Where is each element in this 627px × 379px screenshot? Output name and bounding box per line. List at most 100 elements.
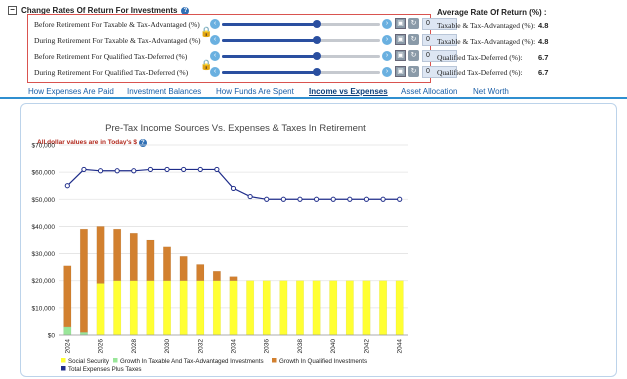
expenses-point <box>380 196 386 202</box>
growth-qualified-bar <box>196 264 205 281</box>
tab-how-expenses-are-paid[interactable]: How Expenses Are Paid <box>28 87 114 96</box>
growth-qualified-bar <box>179 256 188 281</box>
rate-slider[interactable] <box>222 68 380 76</box>
income-expense-chart: Pre-Tax Income Sources Vs. Expenses & Ta… <box>32 123 408 373</box>
rate-row: Before Retirement For Taxable & Tax-Adva… <box>28 18 457 32</box>
slider-handle[interactable] <box>312 52 321 60</box>
legend-swatch <box>113 358 118 363</box>
legend-swatch <box>61 358 66 363</box>
x-tick-label: 2038 <box>297 339 304 354</box>
rate-slider[interactable] <box>222 52 380 60</box>
average-return-label: Taxable & Tax-Advantaged (%): <box>437 37 536 46</box>
y-tick-label: $0 <box>48 333 56 340</box>
decrease-arrow-icon[interactable]: ‹ <box>210 35 220 45</box>
rate-row: During Retirement For Taxable & Tax-Adva… <box>28 27 457 48</box>
slider-fill <box>222 39 317 42</box>
expenses-point <box>363 196 370 202</box>
growth-qualified-bar <box>96 226 105 284</box>
save-icon[interactable]: ▣ <box>395 66 406 77</box>
reset-icon[interactable]: ↻ <box>408 18 419 29</box>
average-return-title: Average Rate Of Return (%) : <box>437 8 547 17</box>
rate-slider[interactable] <box>222 20 380 28</box>
tab-how-funds-are-spent[interactable]: How Funds Are Spent <box>216 87 294 96</box>
x-tick-label: 2030 <box>164 339 171 354</box>
y-tick-label: $30,000 <box>32 251 56 258</box>
x-tick-label: 2032 <box>197 339 204 354</box>
slider-fill <box>222 55 317 58</box>
tab-income-vs-expenses[interactable]: Income vs Expenses <box>309 87 388 96</box>
legend-swatch <box>272 358 277 363</box>
expenses-point <box>297 196 303 202</box>
average-return-label: Qualified Tax-Deferred (%): <box>437 53 523 62</box>
legend-swatch <box>61 366 66 371</box>
tab-net-worth[interactable]: Net Worth <box>473 87 509 96</box>
rate-slider[interactable] <box>222 36 380 44</box>
decrease-arrow-icon[interactable]: ‹ <box>210 67 220 77</box>
reset-icon[interactable]: ↻ <box>408 66 419 77</box>
average-return-label: Taxable & Tax-Advantaged (%): <box>437 21 536 30</box>
average-return-value: 4.8 <box>538 21 549 30</box>
growth-qualified-bar <box>113 228 122 281</box>
legend-label: Total Expenses Plus Taxes <box>68 366 142 373</box>
rate-label: During Retirement For Taxable & Tax-Adva… <box>34 36 201 45</box>
save-icon[interactable]: ▣ <box>395 18 406 29</box>
growth-qualified-bar <box>63 265 72 328</box>
expenses-point <box>197 166 203 173</box>
expenses-point <box>230 185 237 192</box>
increase-arrow-icon[interactable]: › <box>382 35 392 45</box>
average-return-label: Qualified Tax-Deferred (%): <box>437 68 523 77</box>
social-security-bar <box>362 280 371 336</box>
average-return-value: 4.8 <box>538 37 549 46</box>
increase-arrow-icon[interactable]: › <box>382 67 392 77</box>
reset-icon[interactable]: ↻ <box>408 34 419 45</box>
slider-handle[interactable] <box>312 68 321 76</box>
growth-qualified-bar <box>129 232 138 281</box>
x-tick-label: 2036 <box>264 339 271 354</box>
expenses-point <box>280 196 286 202</box>
expenses-point <box>147 166 154 173</box>
y-tick-label: $70,000 <box>32 143 56 150</box>
y-tick-label: $40,000 <box>32 224 56 231</box>
x-tick-label: 2040 <box>330 339 337 354</box>
expenses-point <box>114 168 120 174</box>
x-tick-label: 2034 <box>231 339 238 354</box>
tab-asset-allocation[interactable]: Asset Allocation <box>401 87 457 96</box>
growth-qualified-bar <box>79 228 88 333</box>
reset-icon[interactable]: ↻ <box>408 50 419 61</box>
expenses-point <box>97 168 104 174</box>
social-security-bar <box>113 280 122 336</box>
slider-handle[interactable] <box>312 20 321 28</box>
y-tick-label: $50,000 <box>32 197 56 204</box>
social-security-bar <box>246 280 255 336</box>
legend-label: Social Security <box>68 358 110 365</box>
average-return-value: 6.7 <box>538 68 549 77</box>
growth-qualified-bar <box>212 270 221 281</box>
expenses-point <box>397 196 403 202</box>
tab-bar: How Expenses Are Paid Investment Balances… <box>0 85 627 99</box>
collapse-toggle-icon[interactable]: − <box>8 6 17 15</box>
rate-label: Before Retirement For Taxable & Tax-Adva… <box>34 20 200 29</box>
increase-arrow-icon[interactable]: › <box>382 19 392 29</box>
social-security-bar <box>312 280 321 336</box>
save-icon[interactable]: ▣ <box>395 50 406 61</box>
social-security-bar <box>96 283 105 336</box>
tab-investment-balances[interactable]: Investment Balances <box>127 87 201 96</box>
legend-label: Growth In Qualified Investments <box>279 358 367 365</box>
expenses-point <box>214 166 220 173</box>
slider-handle[interactable] <box>312 36 321 44</box>
legend-label: Growth In Taxable And Tax-Advantaged Inv… <box>120 358 264 365</box>
save-icon[interactable]: ▣ <box>395 34 406 45</box>
slider-fill <box>222 23 317 26</box>
growth-qualified-bar <box>163 246 172 281</box>
expenses-point <box>64 183 70 189</box>
slider-fill <box>222 71 317 74</box>
expenses-point <box>247 193 253 200</box>
social-security-bar <box>129 280 138 336</box>
social-security-bar <box>379 280 388 336</box>
increase-arrow-icon[interactable]: › <box>382 51 392 61</box>
expenses-point <box>164 166 170 173</box>
rate-row: During Retirement For Qualified Tax-Defe… <box>28 60 457 80</box>
rate-row: Before Retirement For Qualified Tax-Defe… <box>28 50 457 64</box>
chart-title: Pre-Tax Income Sources Vs. Expenses & Ta… <box>105 123 366 134</box>
rate-label: Before Retirement For Qualified Tax-Defe… <box>34 52 188 61</box>
